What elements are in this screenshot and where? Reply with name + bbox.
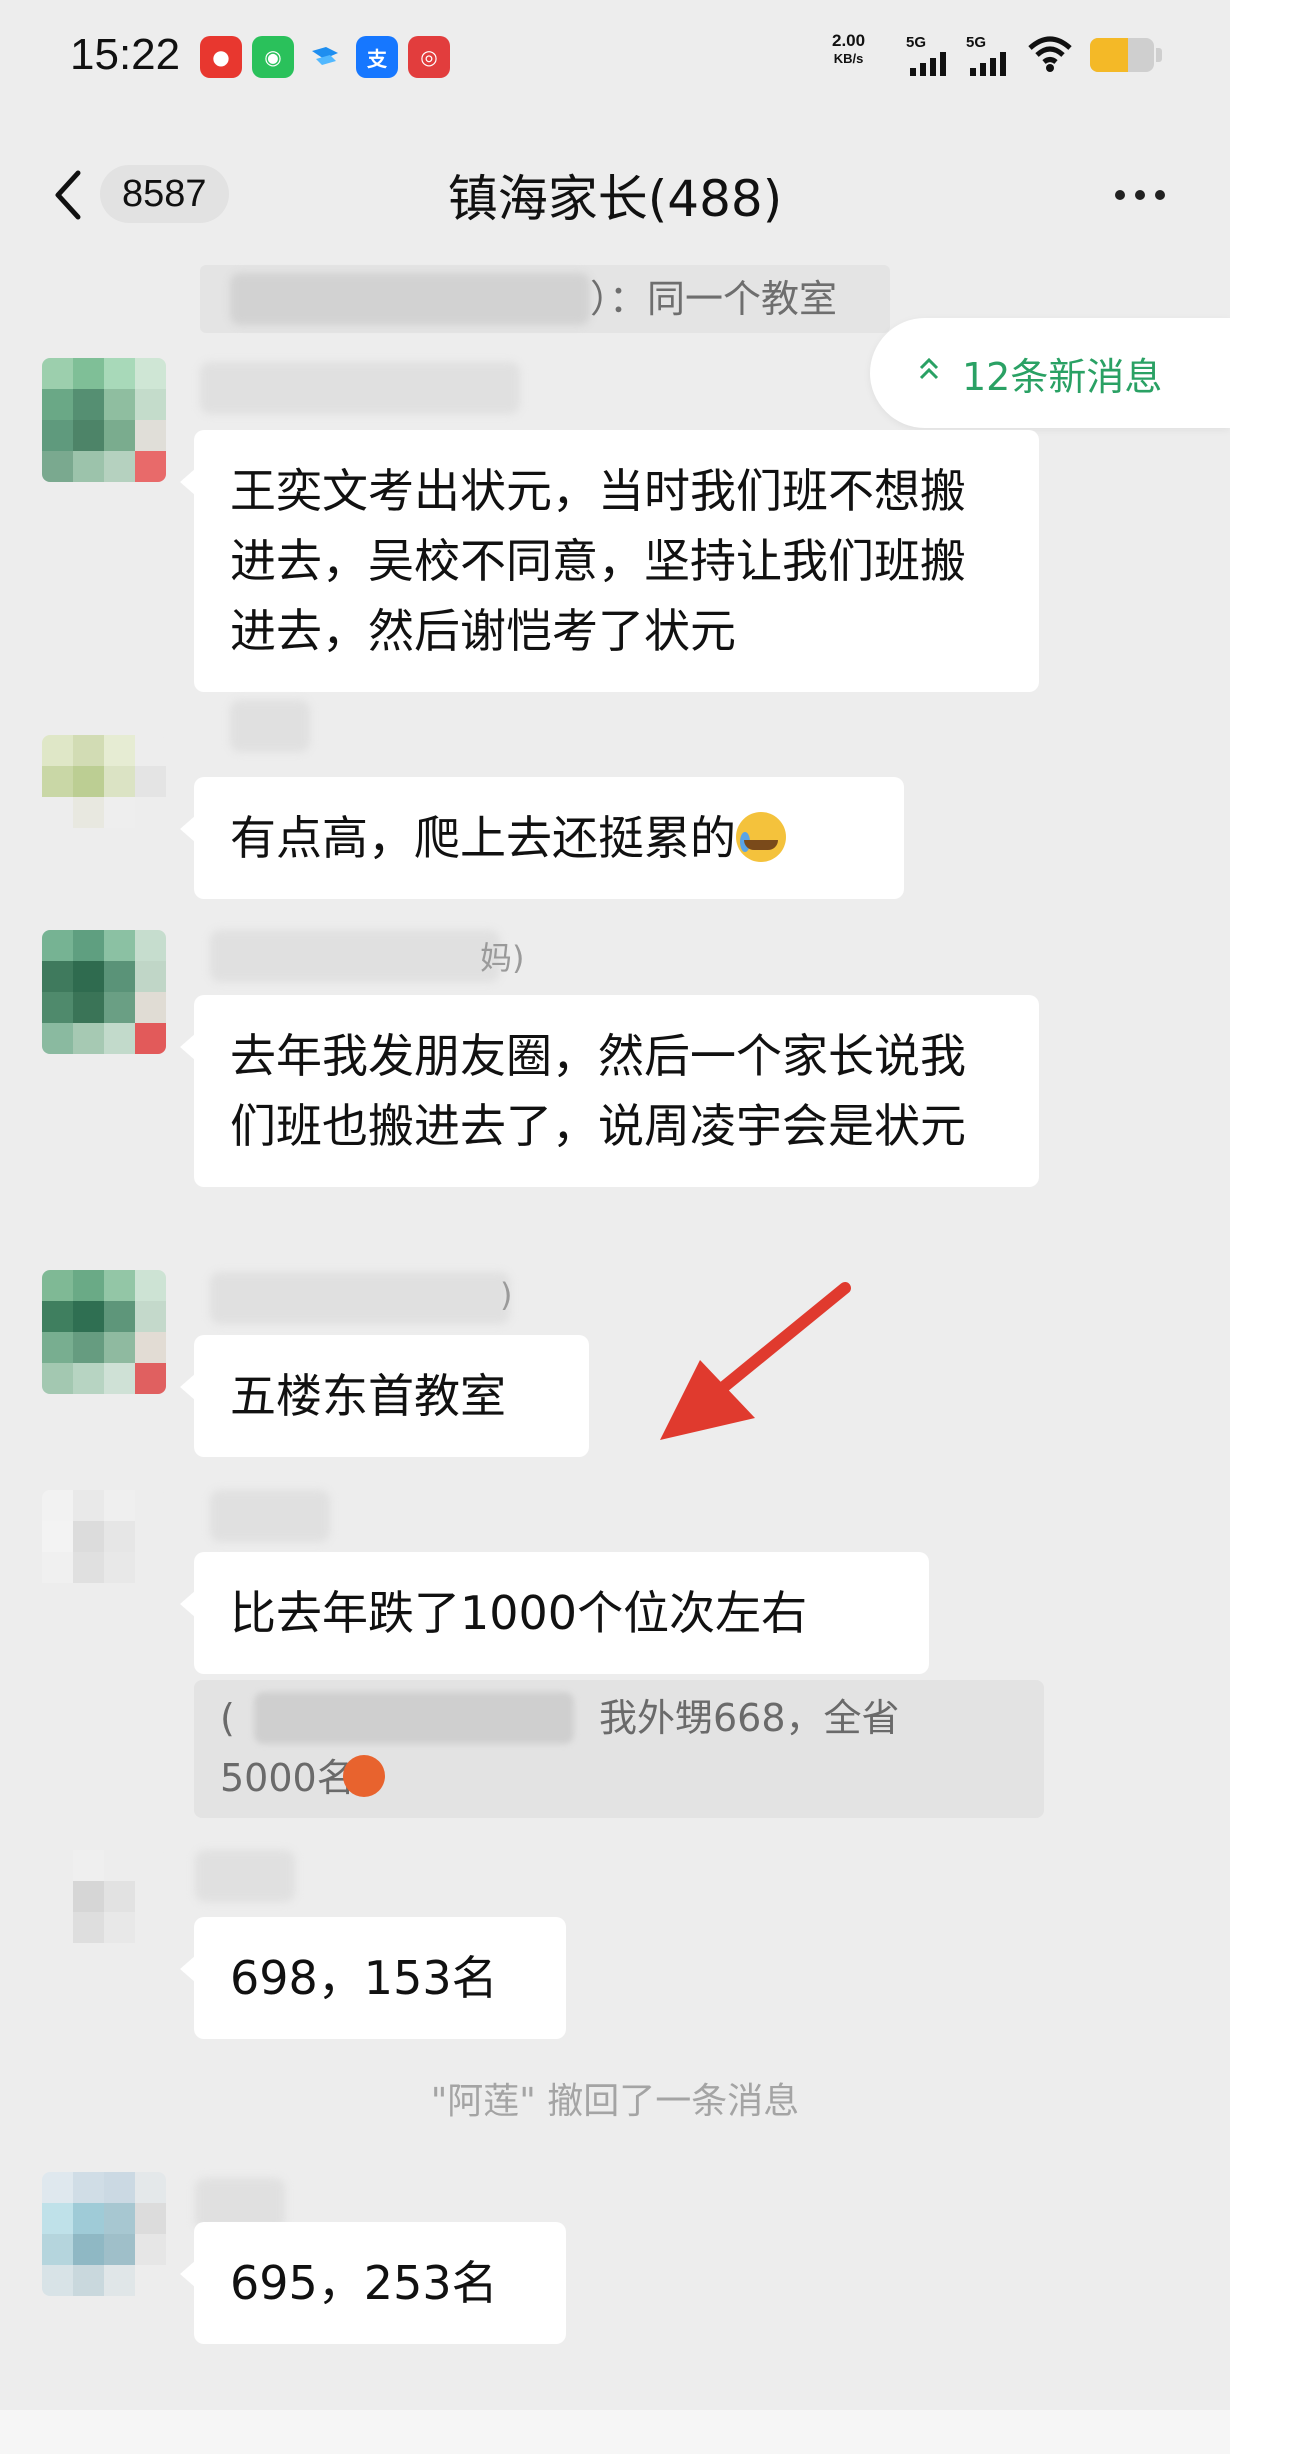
message-text: 王奕文考出状元，当时我们班不想搬进去，吴校不同意，坚持让我们班搬进去，然后谢恺考… xyxy=(230,464,966,658)
message-text: 695，253名 xyxy=(230,2256,498,2310)
message-text: 去年我发朋友圈，然后一个家长说我们班也搬进去了，说周凌宇会是状元 xyxy=(230,1029,966,1153)
more-options-button[interactable] xyxy=(1100,175,1180,215)
message-bubble[interactable]: 有点高，爬上去还挺累的 xyxy=(180,777,904,899)
message-bubble[interactable]: 王奕文考出状元，当时我们班不想搬进去，吴校不同意，坚持让我们班搬进去，然后谢恺考… xyxy=(180,430,1039,692)
quoted-message-text: ）：同一个教室 xyxy=(590,277,838,321)
double-up-arrow-icon xyxy=(919,357,939,380)
message-bubble[interactable]: 695，253名 xyxy=(180,2222,566,2344)
page-margin xyxy=(1230,0,1290,2454)
message-bubble[interactable]: 比去年跌了1000个位次左右 xyxy=(180,1552,929,1674)
angry-emoji-icon xyxy=(342,1755,385,1797)
more-dot xyxy=(1135,190,1145,200)
message-text: 有点高，爬上去还挺累的 xyxy=(230,811,736,865)
status-bar: 15:22 ● ◉ 支 ◎ 2.00 KB/s 5G 5G xyxy=(0,0,1230,115)
app-icon: ◎ xyxy=(408,36,450,78)
crying-laughing-emoji-icon xyxy=(736,812,786,862)
message-bubble[interactable]: 五楼东首教室 xyxy=(180,1335,589,1457)
wechat-icon: ◉ xyxy=(252,36,294,78)
chat-screen: 15:22 ● ◉ 支 ◎ 2.00 KB/s 5G 5G 8587 镇海家长(… xyxy=(0,0,1230,2410)
quoted-reply-text: 5000名 xyxy=(220,1756,355,1800)
quoted-reply-text: 我外甥668，全省 xyxy=(599,1696,900,1740)
avatar[interactable] xyxy=(42,2172,166,2296)
chat-title: 镇海家长(488) xyxy=(447,170,783,228)
network-speed-unit: KB/s xyxy=(833,51,864,66)
notification-icons: ● ◉ 支 ◎ xyxy=(200,36,450,78)
wifi-icon xyxy=(1028,36,1072,72)
battery-icon xyxy=(1090,38,1154,72)
recall-notice: "阿莲" 撤回了一条消息 xyxy=(430,2081,800,2122)
message-icon xyxy=(304,36,346,78)
weibo-icon: ● xyxy=(200,36,242,78)
sender-name xyxy=(210,1490,330,1542)
signal-label: 5G xyxy=(906,34,927,51)
avatar[interactable] xyxy=(42,735,166,859)
network-speed: 2.00 KB/s xyxy=(832,32,865,68)
avatar[interactable] xyxy=(42,930,166,1054)
sender-name xyxy=(200,362,520,414)
signal-icon: 5G xyxy=(966,34,1026,78)
page-margin xyxy=(0,2410,1230,2454)
message-text: 比去年跌了1000个位次左右 xyxy=(230,1586,808,1640)
avatar[interactable] xyxy=(42,1490,166,1614)
sender-name xyxy=(210,930,500,982)
more-dot xyxy=(1155,190,1165,200)
signal-icon: 5G xyxy=(906,34,966,78)
sender-name xyxy=(210,1272,510,1324)
message-bubble[interactable]: 去年我发朋友圈，然后一个家长说我们班也搬进去了，说周凌宇会是状元 xyxy=(180,995,1039,1187)
avatar[interactable] xyxy=(42,1850,166,1974)
message-text: 五楼东首教室 xyxy=(230,1369,506,1423)
blurred-name xyxy=(254,1692,574,1744)
more-dot xyxy=(1115,190,1125,200)
blurred-name xyxy=(230,273,590,325)
status-time: 15:22 xyxy=(70,30,181,79)
quoted-reply[interactable]: ( 我外甥668，全省 5000名 xyxy=(194,1680,1044,1818)
sender-name xyxy=(195,1850,295,1902)
sender-name-tail: ) xyxy=(500,1276,513,1314)
quoted-reply-prefix: ( xyxy=(220,1696,235,1740)
new-messages-label: 12条新消息 xyxy=(962,355,1163,399)
new-messages-button[interactable]: 12条新消息 xyxy=(870,318,1230,428)
sender-name-tail: 妈) xyxy=(480,939,525,977)
red-arrow-annotation xyxy=(660,1282,851,1440)
sender-name xyxy=(230,700,310,752)
battery-tip xyxy=(1156,48,1162,62)
chat-header: 8587 镇海家长(488) xyxy=(0,135,1230,245)
network-speed-value: 2.00 xyxy=(832,31,866,50)
signal-label: 5G xyxy=(966,34,987,51)
message-text: 698，153名 xyxy=(230,1951,498,2005)
message-bubble[interactable]: 698，153名 xyxy=(180,1917,566,2039)
avatar[interactable] xyxy=(42,358,166,482)
avatar[interactable] xyxy=(42,1270,166,1394)
alipay-icon: 支 xyxy=(356,36,398,78)
